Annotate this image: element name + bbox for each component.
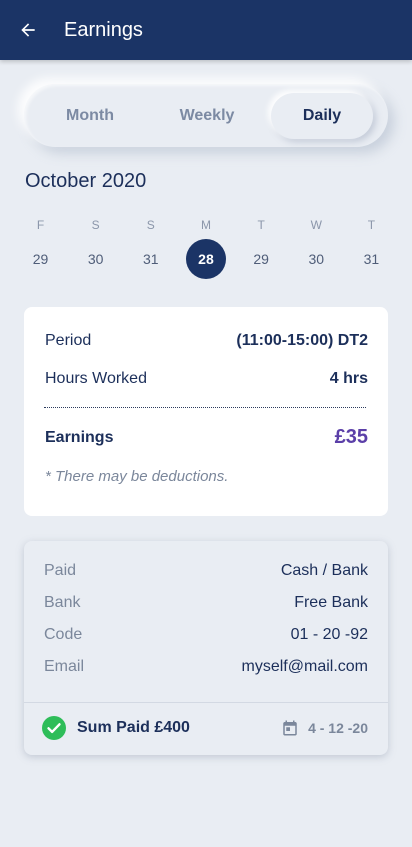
day-number: 30 [87,251,104,267]
earnings-summary-card: Period (11:00-15:00) DT2 Hours Worked 4 … [24,307,388,516]
day-number: 31 [363,251,380,267]
divider [24,702,388,703]
email-value: myself@mail.com [241,658,368,675]
earnings-row: Earnings £35 [45,426,368,449]
tab-daily[interactable]: Daily [271,93,373,139]
sum-paid-text: Sum Paid £400 [77,719,190,736]
sum-paid: Sum Paid £400 [42,716,190,740]
payment-date: 4 - 12 -20 [281,719,368,737]
day-of-week: T [367,218,376,232]
day-item[interactable]: W 30 [289,216,344,279]
day-number: 28 [185,239,226,279]
day-strip: F 29 S 30 S 31 M 28 T 29 W 30 T 31 [13,216,399,279]
day-of-week: M [200,218,211,232]
day-item[interactable]: T 29 [234,216,289,279]
day-of-week: S [146,218,155,232]
code-label: Code [44,626,83,643]
day-number: 30 [308,251,325,267]
day-item[interactable]: F 29 [13,216,68,279]
page-title: Earnings [64,18,143,41]
hours-row: Hours Worked 4 hrs [45,370,368,388]
paid-row: Paid Cash / Bank [44,562,368,580]
earnings-label: Earnings [45,428,114,446]
deductions-note: * There may be deductions. [45,468,229,485]
period-value: (11:00-15:00) DT2 [236,332,368,349]
arrow-left-icon [21,23,35,37]
back-button[interactable] [0,0,56,60]
day-item[interactable]: S 31 [123,216,178,279]
tab-month[interactable]: Month [32,93,148,139]
code-row: Code 01 - 20 -92 [44,626,368,644]
app-bar: Earnings [0,0,412,60]
bank-value: Free Bank [294,594,368,611]
paid-label: Paid [44,562,77,579]
divider [44,407,366,408]
day-number: 29 [253,251,269,267]
paid-value: Cash / Bank [280,562,368,579]
bank-row: Bank Free Bank [44,594,368,612]
code-value: 01 - 20 -92 [290,626,368,643]
email-row: Email myself@mail.com [44,658,368,676]
tab-weekly[interactable]: Weekly [148,93,266,139]
period-row: Period (11:00-15:00) DT2 [45,332,368,350]
day-item-selected[interactable]: M 28 [178,216,233,279]
payment-details-card: Paid Cash / Bank Bank Free Bank Code 01 … [24,541,388,755]
day-item[interactable]: T 31 [344,216,399,279]
payment-footer: Sum Paid £400 4 - 12 -20 [42,715,368,741]
day-of-week: W [310,218,322,232]
hours-value: 4 hrs [329,370,368,387]
day-item[interactable]: S 30 [68,216,123,279]
day-of-week: F [36,218,45,232]
hours-label: Hours Worked [45,370,147,387]
period-segmented-control: Month Weekly Daily [24,84,388,147]
payment-date-text: 4 - 12 -20 [308,720,368,736]
period-label: Period [45,332,92,349]
day-number: 29 [32,251,49,267]
day-of-week: S [91,218,100,232]
month-label: October 2020 [25,170,147,192]
email-label: Email [44,658,85,675]
earnings-value: £35 [334,426,368,448]
day-number: 31 [143,251,159,267]
check-circle-icon [42,716,66,740]
bank-label: Bank [44,594,81,611]
day-of-week: T [257,218,265,232]
calendar-icon [283,720,297,736]
